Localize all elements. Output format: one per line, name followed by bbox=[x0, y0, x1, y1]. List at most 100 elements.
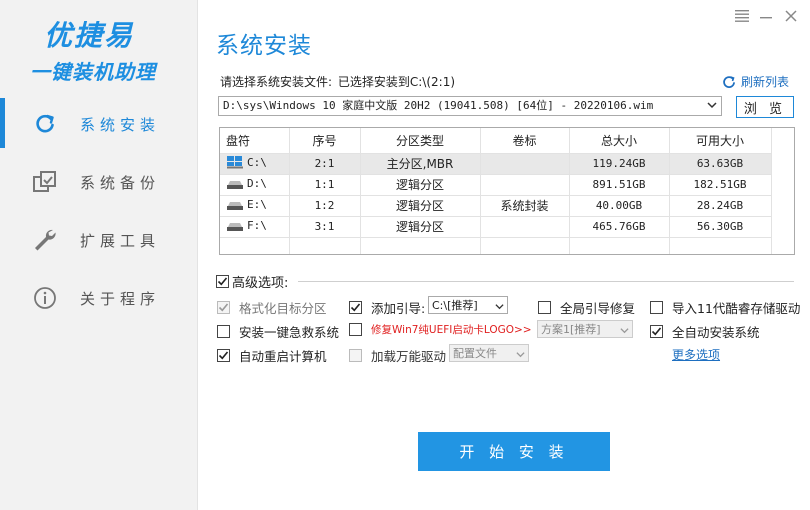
free-size: 56.30GB bbox=[669, 216, 772, 238]
install-rescue-option[interactable]: 安装一键急救系统 bbox=[217, 322, 339, 341]
refresh-icon bbox=[32, 111, 58, 137]
add-boot-label: 添加引导: bbox=[371, 301, 426, 316]
driver-config-select: 配置文件 bbox=[449, 344, 529, 362]
menu-button[interactable] bbox=[732, 8, 752, 26]
partition-index: 1:2 bbox=[289, 195, 361, 217]
column-header-drive[interactable]: 盘符 bbox=[220, 128, 290, 154]
table-row[interactable]: D:\ 1:1 逻辑分区 891.51GB 182.51GB bbox=[220, 174, 772, 196]
import-11th-rst-option[interactable]: 导入11代酷睿存储驱动 bbox=[650, 298, 800, 317]
boot-drive-value: C:\[推荐] bbox=[432, 299, 478, 312]
auto-install-checkbox[interactable] bbox=[650, 325, 663, 338]
add-boot-option[interactable]: 添加引导: bbox=[349, 298, 425, 317]
sidebar-item-label: 系统安装 bbox=[80, 116, 161, 134]
drive-icon bbox=[227, 202, 243, 210]
column-header-type[interactable]: 分区类型 bbox=[360, 128, 481, 154]
auto-install-option[interactable]: 全自动安装系统 bbox=[650, 322, 760, 341]
total-size: 891.51GB bbox=[569, 174, 670, 196]
drive-letter: D:\ bbox=[247, 176, 267, 190]
table-row[interactable]: E:\ 1:2 逻辑分区 系统封装 40.00GB 28.24GB bbox=[220, 195, 772, 217]
column-header-total[interactable]: 总大小 bbox=[569, 128, 670, 154]
column-header-index[interactable]: 序号 bbox=[289, 128, 361, 154]
free-size: 63.63GB bbox=[669, 153, 772, 175]
partition-index: 3:1 bbox=[289, 216, 361, 238]
refresh-icon bbox=[723, 75, 735, 88]
table-row[interactable]: F:\ 3:1 逻辑分区 465.76GB 56.30GB bbox=[220, 216, 772, 238]
sidebar-item-system-backup[interactable]: 系统备份 bbox=[0, 156, 198, 206]
table-row[interactable]: C:\ 2:1 主分区,MBR 119.24GB 63.63GB bbox=[220, 153, 772, 175]
logo-line1: 优捷易 bbox=[44, 19, 135, 52]
start-install-button[interactable]: 开 始 安 装 bbox=[418, 432, 610, 471]
import-11th-rst-checkbox[interactable] bbox=[650, 301, 663, 314]
volume-label bbox=[480, 216, 570, 238]
close-button[interactable] bbox=[781, 8, 801, 26]
partition-type: 逻辑分区 bbox=[360, 174, 481, 196]
partition-table[interactable]: 盘符 序号 分区类型 卷标 总大小 可用大小 C:\ 2:1 主分区,MBR 1… bbox=[219, 127, 795, 255]
minimize-button[interactable] bbox=[756, 8, 776, 26]
page-title: 系统安装 bbox=[216, 33, 312, 59]
chevron-down-icon bbox=[620, 325, 629, 338]
chevron-down-icon bbox=[707, 100, 717, 114]
drive-icon bbox=[227, 223, 243, 231]
fix-win7-uefi-option[interactable]: 修复Win7纯UEFI启动卡LOGO>> bbox=[349, 322, 532, 337]
driver-config-value: 配置文件 bbox=[453, 347, 497, 360]
fix-scheme-value: 方案1[推荐] bbox=[541, 323, 601, 336]
check-icon bbox=[217, 277, 228, 286]
global-boot-fix-option[interactable]: 全局引导修复 bbox=[538, 298, 635, 317]
auto-reboot-option[interactable]: 自动重启计算机 bbox=[217, 346, 327, 365]
file-label-text: 请选择系统安装文件: bbox=[220, 75, 333, 89]
partition-type: 逻辑分区 bbox=[360, 195, 481, 217]
browse-button[interactable]: 浏 览 bbox=[736, 96, 794, 118]
image-file-select[interactable]: D:\sys\Windows 10 家庭中文版 20H2 (19041.508)… bbox=[218, 96, 722, 116]
partition-index: 1:1 bbox=[289, 174, 361, 196]
total-size: 40.00GB bbox=[569, 195, 670, 217]
volume-label: 系统封装 bbox=[480, 195, 570, 217]
app-logo: 优捷易 一键装机助理 bbox=[0, 0, 198, 90]
install-rescue-label: 安装一键急救系统 bbox=[239, 325, 340, 340]
load-driver-checkbox bbox=[349, 349, 362, 362]
image-file-path: D:\sys\Windows 10 家庭中文版 20H2 (19041.508)… bbox=[223, 99, 654, 112]
column-header-label[interactable]: 卷标 bbox=[480, 128, 570, 154]
info-icon bbox=[32, 285, 58, 311]
add-boot-checkbox[interactable] bbox=[349, 301, 362, 314]
sidebar-item-system-install[interactable]: 系统安装 bbox=[0, 98, 198, 148]
boot-drive-select[interactable]: C:\[推荐] bbox=[428, 296, 508, 314]
advanced-options-toggle[interactable]: 高级选项: bbox=[216, 272, 288, 291]
table-header-row: 盘符 序号 分区类型 卷标 总大小 可用大小 bbox=[220, 128, 772, 154]
free-size: 28.24GB bbox=[669, 195, 772, 217]
check-icon bbox=[350, 303, 361, 312]
close-icon bbox=[784, 9, 798, 26]
volume-label bbox=[480, 174, 570, 196]
global-boot-fix-label: 全局引导修复 bbox=[560, 301, 636, 316]
check-icon bbox=[651, 327, 662, 336]
auto-install-label: 全自动安装系统 bbox=[672, 325, 760, 340]
menu-icon bbox=[734, 9, 750, 26]
fix-win7-uefi-checkbox[interactable] bbox=[349, 323, 362, 336]
refresh-list-label: 刷新列表 bbox=[741, 75, 790, 89]
format-target-option: 格式化目标分区 bbox=[217, 298, 327, 317]
format-target-checkbox bbox=[217, 301, 230, 314]
minimize-icon bbox=[759, 9, 773, 26]
advanced-options-checkbox[interactable] bbox=[216, 275, 229, 288]
install-rescue-checkbox[interactable] bbox=[217, 325, 230, 338]
load-driver-option: 加载万能驱动 bbox=[349, 346, 446, 365]
total-size: 119.24GB bbox=[569, 153, 670, 175]
format-target-label: 格式化目标分区 bbox=[239, 301, 327, 316]
free-size: 182.51GB bbox=[669, 174, 772, 196]
total-size: 465.76GB bbox=[569, 216, 670, 238]
refresh-list-button[interactable]: 刷新列表 bbox=[722, 73, 789, 90]
fix-win7-uefi-label: 修复Win7纯UEFI启动卡LOGO>> bbox=[371, 324, 532, 336]
check-icon bbox=[218, 303, 229, 312]
partition-index: 2:1 bbox=[289, 153, 361, 175]
drive-letter: F:\ bbox=[247, 218, 267, 232]
chevron-down-icon bbox=[516, 349, 525, 362]
table-row-empty bbox=[220, 237, 772, 254]
column-header-free[interactable]: 可用大小 bbox=[669, 128, 772, 154]
more-options-link[interactable]: 更多选项 bbox=[672, 346, 720, 363]
global-boot-fix-checkbox[interactable] bbox=[538, 301, 551, 314]
sidebar-item-extend-tools[interactable]: 扩展工具 bbox=[0, 214, 198, 264]
import-11th-rst-label: 导入11代酷睿存储驱动 bbox=[672, 301, 801, 316]
sidebar-item-about[interactable]: 关于程序 bbox=[0, 272, 198, 322]
auto-reboot-checkbox[interactable] bbox=[217, 349, 230, 362]
volume-label bbox=[480, 153, 570, 175]
check-icon bbox=[218, 351, 229, 360]
